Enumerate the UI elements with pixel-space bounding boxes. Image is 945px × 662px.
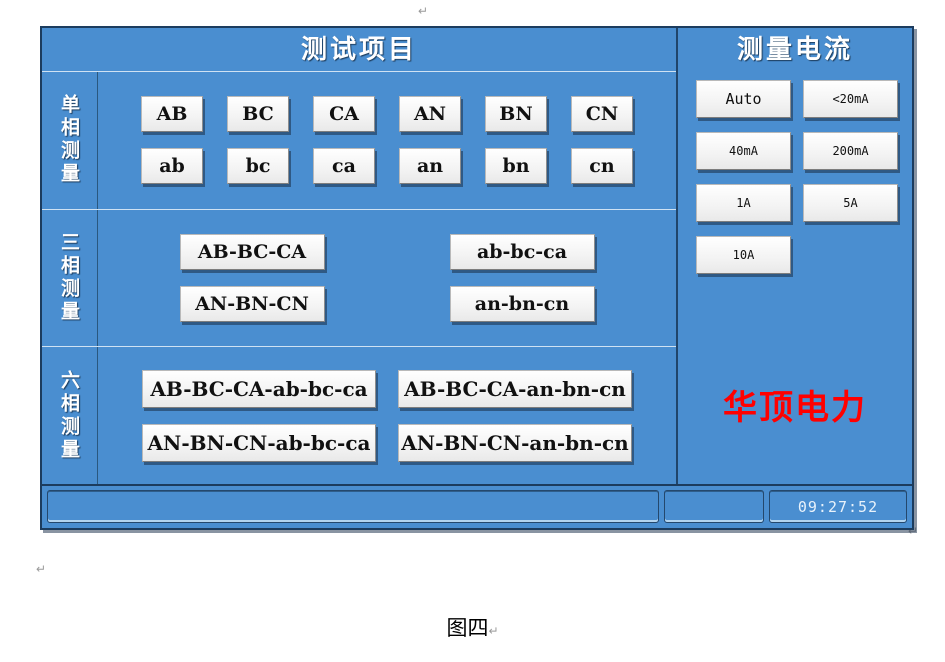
test-button-an-bn-cn[interactable]: AN-BN-CN (179, 286, 325, 322)
test-button-ca[interactable]: CA (313, 96, 375, 133)
single-phase-line-upper: AB BC CA AN BN CN (141, 96, 633, 133)
test-items-title: 测试项目 (42, 28, 676, 72)
test-button-an[interactable]: AN (399, 96, 461, 133)
current-range-grid: Auto <20mA 40mA 200mA 1A 5A 10A (696, 80, 898, 274)
current-button-auto[interactable]: Auto (696, 80, 791, 118)
test-button-an-bn-cn-lower[interactable]: an-bn-cn (449, 286, 595, 322)
status-message-field (47, 490, 659, 523)
three-phase-row: 三相测量 AB-BC-CA ab-bc-ca AN-BN-CN an-bn-cn (42, 209, 676, 348)
test-button-ab-lower[interactable]: ab (141, 148, 203, 185)
current-button-200ma[interactable]: 200mA (803, 132, 898, 170)
single-phase-line-lower: ab bc ca an bn cn (141, 148, 633, 185)
test-button-an-bn-cn-an-bn-cn[interactable]: AN-BN-CN-an-bn-cn (398, 423, 632, 462)
figure-caption-mark: ↵ (488, 624, 499, 638)
test-items-panel: 测试项目 单相测量 AB BC CA AN BN CN ab bc ca an … (42, 28, 678, 485)
test-button-cn[interactable]: CN (571, 96, 633, 133)
current-button-10a[interactable]: 10A (696, 236, 791, 274)
current-button-5a[interactable]: 5A (803, 184, 898, 222)
status-bar: 09:27:52 (42, 484, 912, 528)
single-phase-label: 单相测量 (42, 72, 98, 209)
figure-caption-text: 图四 (446, 616, 489, 640)
three-phase-buttons: AB-BC-CA ab-bc-ca AN-BN-CN an-bn-cn (98, 210, 676, 347)
paragraph-mark-left: ↵ (36, 562, 47, 576)
test-button-ab-bc-ca-lower[interactable]: ab-bc-ca (449, 234, 595, 270)
six-phase-line-lower: AN-BN-CN-ab-bc-ca AN-BN-CN-an-bn-cn (142, 423, 632, 462)
test-button-ab[interactable]: AB (141, 96, 203, 133)
test-button-ab-bc-ca-ab-bc-ca[interactable]: AB-BC-CA-ab-bc-ca (142, 369, 376, 408)
three-phase-line-lower: AN-BN-CN an-bn-cn (179, 286, 595, 322)
test-button-bc[interactable]: BC (227, 96, 289, 133)
test-button-ca-lower[interactable]: ca (313, 148, 375, 185)
current-button-1a[interactable]: 1A (696, 184, 791, 222)
three-phase-label: 三相测量 (42, 209, 98, 347)
six-phase-row: 六相测量 AB-BC-CA-ab-bc-ca AB-BC-CA-an-bn-cn… (42, 347, 676, 485)
test-button-bn[interactable]: BN (485, 96, 547, 133)
single-phase-row: 单相测量 AB BC CA AN BN CN ab bc ca an bn cn (42, 72, 676, 210)
test-button-bc-lower[interactable]: bc (227, 148, 289, 185)
status-middle-field (664, 490, 764, 523)
test-button-bn-lower[interactable]: bn (485, 148, 547, 185)
paragraph-mark-top: ↵ (418, 4, 429, 18)
test-button-cn-lower[interactable]: cn (571, 148, 633, 185)
device-screen: 测试项目 单相测量 AB BC CA AN BN CN ab bc ca an … (40, 26, 914, 530)
test-button-an-lower[interactable]: an (399, 148, 461, 185)
measure-current-title: 测量电流 (736, 35, 853, 65)
figure-caption: 图四↵ (0, 612, 945, 642)
single-phase-buttons: AB BC CA AN BN CN ab bc ca an bn cn (98, 72, 676, 209)
test-button-ab-bc-ca-an-bn-cn[interactable]: AB-BC-CA-an-bn-cn (398, 369, 632, 408)
six-phase-label: 六相测量 (42, 347, 98, 485)
current-button-40ma[interactable]: 40mA (696, 132, 791, 170)
test-items-body: 单相测量 AB BC CA AN BN CN ab bc ca an bn cn… (42, 72, 676, 485)
three-phase-line-upper: AB-BC-CA ab-bc-ca (179, 234, 595, 270)
status-clock: 09:27:52 (769, 490, 907, 523)
test-button-ab-bc-ca[interactable]: AB-BC-CA (179, 234, 325, 270)
current-button-lt20ma[interactable]: <20mA (803, 80, 898, 118)
measure-current-panel: 测量电流 Auto <20mA 40mA 200mA 1A 5A 10A 华顶电… (678, 28, 912, 484)
brand-logo-text: 华顶电力 (723, 388, 867, 428)
six-phase-line-upper: AB-BC-CA-ab-bc-ca AB-BC-CA-an-bn-cn (142, 369, 632, 408)
six-phase-buttons: AB-BC-CA-ab-bc-ca AB-BC-CA-an-bn-cn AN-B… (98, 347, 676, 484)
test-button-an-bn-cn-ab-bc-ca[interactable]: AN-BN-CN-ab-bc-ca (142, 423, 376, 462)
main-region: 测试项目 单相测量 AB BC CA AN BN CN ab bc ca an … (42, 28, 912, 485)
